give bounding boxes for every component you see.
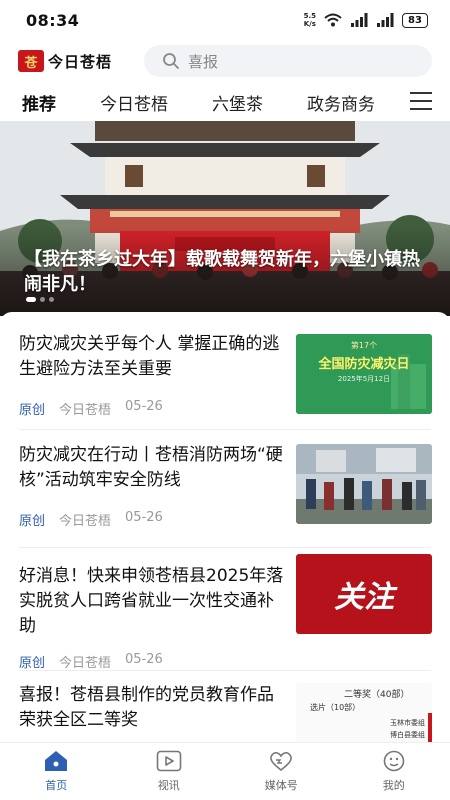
news-thumbnail: 关注 [296,554,432,634]
carousel-indicator [26,297,54,302]
nav-label: 视讯 [157,779,180,792]
thumbnail-caption: 全国防灾减灾日 [318,357,410,372]
network-speed: 5.5 K/s [304,12,316,28]
status-icons: 5.5 K/s 83 [304,12,428,28]
thumbnail-date: 2025年5月12日 [337,375,391,383]
news-date: 05-26 [125,652,163,667]
signal-icon-2 [377,13,394,27]
tab-government-business[interactable]: 政务商务 [307,90,375,115]
original-tag: 原创 [19,514,46,529]
news-date: 05-26 [125,510,163,525]
news-thumbnail: 二等奖（40部） 选片（10部） 玉林市委组 博白县委组 [296,683,432,742]
channel-tabs: 推荐 今日苍梧 六堡茶 政务商务 [0,84,450,120]
news-date: 05-26 [125,399,163,414]
search-placeholder: 喜报 [188,52,219,71]
carousel-dot-active [26,297,36,302]
news-meta: 原创 今日苍梧 05-26 [19,510,163,529]
thumbnail-line: 选片（10部） [310,703,361,712]
channel-menu-icon[interactable] [410,92,432,110]
carousel-dot [40,297,45,302]
news-item[interactable]: 防灾减灾在行动丨苍梧消防两场“硬核”活动筑牢安全防线 原创 今日苍梧 05-26 [0,430,450,548]
thumbnail-heading: 二等奖（40部） [344,690,410,700]
nav-home[interactable]: 首页 [0,743,113,800]
home-icon [45,751,68,771]
news-source: 今日苍梧 [59,656,112,671]
search-icon [163,53,179,69]
news-thumbnail [296,444,432,524]
tab-recommend[interactable]: 推荐 [22,90,56,115]
news-title: 好消息！快来申领苍梧县2025年落实脱贫人口跨省就业一次性交通补助 [19,566,284,636]
media-icon [270,751,293,772]
news-thumbnail: 第17个 全国防灾减灾日 2025年5月12日 [296,334,432,414]
status-bar: 08:34 5.5 K/s 83 [0,0,450,40]
status-time: 08:34 [26,10,80,30]
tab-liubao-tea[interactable]: 六堡茶 [212,90,263,115]
video-icon [156,750,182,772]
thumbnail-top: 第17个 [350,341,378,350]
thumbnail-photo [296,444,432,524]
search-box[interactable]: 喜报 [144,45,432,77]
thumbnail-line: 博白县委组 [390,731,425,739]
battery-indicator: 83 [402,12,428,28]
app-header: 苍 今日苍梧 喜报 [0,44,450,78]
nav-profile[interactable]: 我的 [338,743,450,800]
thumbnail-line: 玉林市委组 [390,719,425,727]
news-title: 防灾减灾关乎每个人 掌握正确的逃生避险方法至关重要 [19,334,280,379]
wifi-icon [324,13,342,27]
thumbnail-caption: 关注 [334,580,394,615]
net-speed-unit: K/s [303,20,316,28]
thumbnail-accent [428,713,432,742]
nav-media[interactable]: 媒体号 [225,743,338,800]
news-feed: 防灾减灾关乎每个人 掌握正确的逃生避险方法至关重要 原创 今日苍梧 05-26 … [0,312,450,742]
news-title: 喜报！苍梧县制作的党员教育作品荣获全区二等奖 [19,685,274,730]
original-tag: 原创 [19,656,46,671]
nav-video[interactable]: 视讯 [113,743,226,800]
logo-text: 今日苍梧 [48,52,113,71]
banner-carousel[interactable]: 【我在茶乡过大年】载歌载舞贺新年，六堡小镇热闹非凡！ [0,121,450,316]
signal-icon [351,13,368,27]
news-meta: 原创 今日苍梧 05-26 [19,399,163,418]
nav-label: 首页 [45,779,68,792]
bottom-navigation: 首页 视讯 媒体号 我的 [0,742,450,800]
news-meta: 原创 今日苍梧 05-26 [19,652,163,671]
news-source: 今日苍梧 [59,403,112,418]
original-tag: 原创 [19,403,46,418]
news-item[interactable]: 好消息！快来申领苍梧县2025年落实脱贫人口跨省就业一次性交通补助 原创 今日苍… [0,548,450,671]
nav-label: 我的 [382,779,405,792]
news-source: 今日苍梧 [59,514,112,529]
net-speed-value: 5.5 [303,12,316,20]
news-title: 防灾减灾在行动丨苍梧消防两场“硬核”活动筑牢安全防线 [19,445,283,490]
profile-icon [383,750,405,772]
carousel-dot [49,297,54,302]
logo-mark: 苍 [18,50,44,72]
news-item[interactable]: 喜报！苍梧县制作的党员教育作品荣获全区二等奖 二等奖（40部） 选片（10部） … [0,671,450,742]
nav-label: 媒体号 [264,779,298,792]
tab-today-cangwu[interactable]: 今日苍梧 [100,90,168,115]
banner-title: 【我在茶乡过大年】载歌载舞贺新年，六堡小镇热闹非凡！ [24,249,420,295]
news-item[interactable]: 防灾减灾关乎每个人 掌握正确的逃生避险方法至关重要 原创 今日苍梧 05-26 … [0,312,450,430]
app-logo[interactable]: 苍 今日苍梧 [18,50,144,72]
